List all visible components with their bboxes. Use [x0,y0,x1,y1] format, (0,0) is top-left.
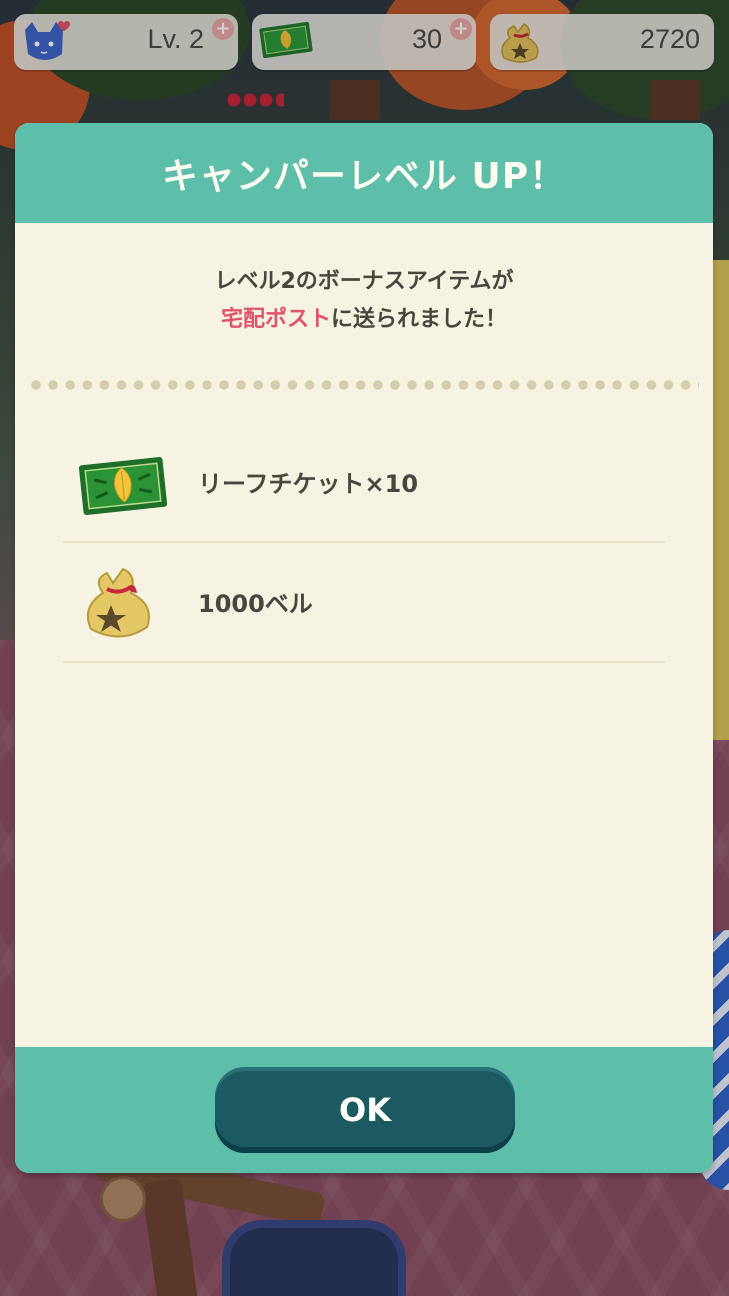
level-up-message: レベル2のボーナスアイテムが 宅配ポストに送られました！ [15,263,713,339]
reward-list: リーフチケット×10 1000ベル [63,423,665,663]
dialog-footer: OK [15,1047,713,1173]
level-up-dialog: キャンパーレベル UP！ レベル2のボーナスアイテムが 宅配ポストに送られました… [15,123,713,1173]
dotted-divider [31,380,699,390]
message-line-2: 宅配ポストに送られました！ [15,301,713,339]
reward-label: 1000ベル [198,590,313,618]
message-line-1: レベル2のボーナスアイテムが [214,269,514,294]
bell-bag-icon [77,563,161,649]
leaf-ticket-icon [77,453,169,523]
delivery-post-highlight: 宅配ポスト [220,307,331,332]
dialog-title: キャンパーレベル UP！ [161,156,567,197]
message-line-2-rest: に送られました！ [331,307,508,332]
dialog-header: キャンパーレベル UP！ [15,123,713,223]
reward-row: 1000ベル [63,543,665,663]
reward-row: リーフチケット×10 [63,423,665,543]
ok-button[interactable]: OK [215,1067,515,1153]
reward-label: リーフチケット×10 [198,470,419,498]
